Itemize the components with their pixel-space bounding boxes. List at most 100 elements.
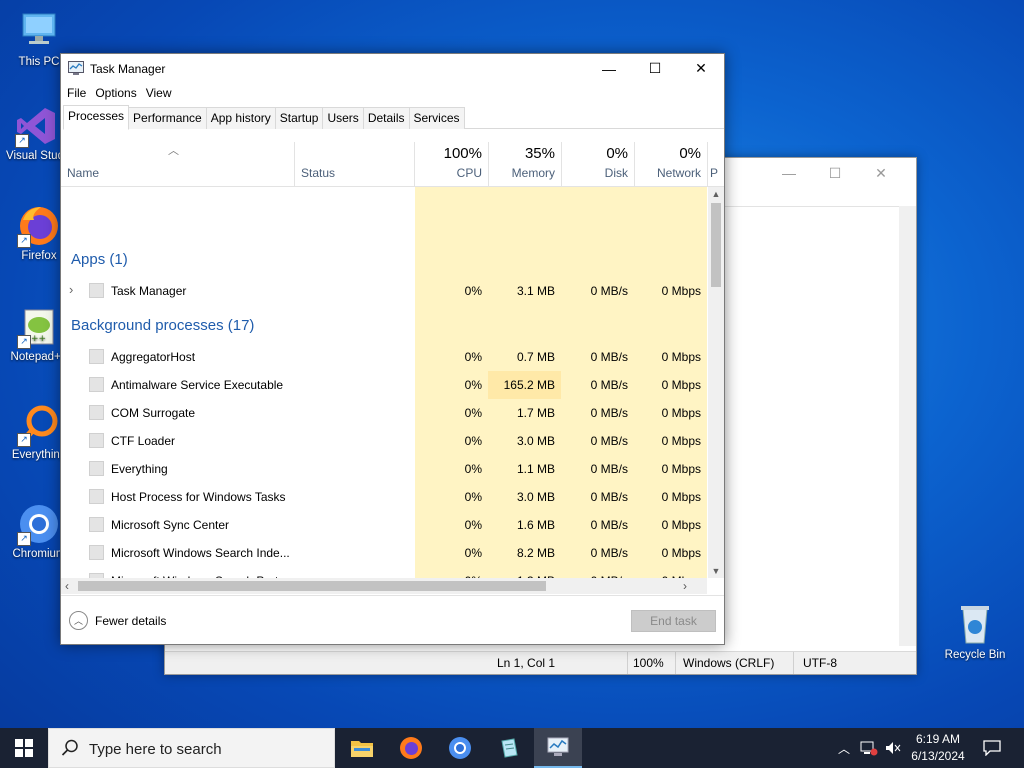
maximize-button[interactable]: ☐ — [632, 54, 678, 83]
file-explorer-icon — [351, 741, 373, 757]
process-memory-value: 8.2 MB — [516, 546, 555, 560]
scroll-right-icon[interactable]: › — [683, 579, 687, 593]
taskbar-chromium[interactable] — [436, 728, 484, 768]
search-placeholder: Type here to search — [89, 741, 222, 758]
taskbar-firefox[interactable] — [387, 728, 435, 768]
desktop-icon-label-text: Visual Studio 2017 — [6, 150, 68, 162]
process-network-value: 0 Mbps — [661, 350, 701, 364]
column-header-network[interactable]: 0% Network — [634, 142, 707, 186]
column-header-status[interactable]: Status — [295, 142, 414, 186]
expand-chevron-icon[interactable]: › — [69, 282, 73, 297]
clock-time: 6:19 AM — [915, 732, 961, 746]
desktop-icon-visual-studio[interactable]: ↗ Visual Studio 2017 — [6, 104, 68, 163]
process-icon — [89, 405, 104, 420]
end-task-button[interactable]: End task — [631, 610, 716, 632]
process-disk-value: 0 MB/s — [590, 546, 628, 560]
column-header-memory[interactable]: 35% Memory — [488, 142, 561, 186]
minimize-button[interactable]: — — [586, 54, 632, 83]
process-icon — [89, 349, 104, 364]
tab-startup[interactable]: Startup — [274, 107, 324, 129]
tab-performance[interactable]: Performance — [128, 107, 207, 129]
process-row[interactable]: AggregatorHost 0% 0.7 MB 0 MB/s 0 Mbps — [61, 343, 707, 371]
process-row[interactable]: Microsoft Windows Search Prot...0%1.3 MB… — [61, 567, 707, 578]
column-header-name[interactable]: ︿ Name — [61, 142, 294, 186]
process-memory-value: 1.6 MB — [516, 518, 555, 532]
tab-processes[interactable]: Processes — [63, 105, 130, 130]
menu-file[interactable]: File — [67, 85, 93, 101]
column-header-power[interactable]: P — [708, 142, 722, 186]
menu-view[interactable]: View — [146, 85, 179, 101]
process-cpu-value: 0% — [464, 378, 482, 392]
vertical-scroll-thumb[interactable] — [711, 203, 721, 287]
tab-app-history[interactable]: App history — [205, 107, 276, 129]
close-button[interactable]: ✕ — [678, 54, 724, 83]
network-disconnected-icon[interactable] — [860, 740, 878, 756]
horizontal-scroll-thumb[interactable] — [78, 581, 546, 591]
scroll-up-icon[interactable]: ▲ — [708, 189, 724, 199]
process-row[interactable]: › Task Manager 0% 3.1 MB 0 MB/s 0 Mbps — [61, 277, 707, 305]
volume-muted-icon[interactable] — [884, 740, 902, 756]
notepad-icon — [501, 738, 518, 758]
process-icon — [89, 545, 104, 560]
process-memory-value: 165.2 MB — [488, 371, 561, 399]
process-network-value: 0 Mbps — [661, 518, 701, 532]
task-manager-window[interactable]: Task Manager — ☐ ✕ File Options View Pro… — [60, 53, 725, 645]
tab-users[interactable]: Users — [322, 107, 364, 129]
cpu-total-percent: 100% — [443, 145, 482, 162]
horizontal-scrollbar[interactable]: ‹ › — [61, 578, 707, 594]
shortcut-arrow-icon: ↗ — [15, 134, 29, 148]
taskbar-notepad[interactable] — [485, 728, 533, 768]
column-header-status-label: Status — [301, 166, 336, 180]
maximize-button[interactable]: ☐ — [812, 158, 858, 188]
process-cpu-value: 0% — [464, 462, 482, 476]
encoding: UTF-8 — [803, 656, 837, 670]
title-bar[interactable]: Task Manager — ☐ ✕ — [61, 54, 724, 83]
taskbar-file-explorer[interactable] — [338, 728, 386, 768]
taskbar-task-manager[interactable] — [534, 728, 582, 768]
column-header-disk[interactable]: 0% Disk — [561, 142, 634, 186]
svg-text:++: ++ — [31, 334, 46, 344]
process-list[interactable]: Apps (1) › Task Manager 0% 3.1 MB 0 MB/s 0 Mb… — [61, 187, 707, 578]
menu-options[interactable]: Options — [95, 85, 143, 101]
process-row[interactable]: Microsoft Windows Search Inde... 0% 8.2 MB… — [61, 539, 707, 567]
process-disk-value: 0 MB/s — [590, 490, 628, 504]
task-manager-icon — [68, 61, 84, 75]
tab-services[interactable]: Services — [408, 107, 465, 129]
task-manager-icon — [547, 737, 569, 756]
action-center-button[interactable] — [980, 728, 1004, 768]
shortcut-arrow-icon: ↗ — [17, 532, 31, 546]
process-disk-value: 0 MB/s — [590, 284, 628, 298]
taskbar-clock[interactable]: 6:19 AM 6/13/2024 — [902, 731, 974, 765]
column-header-network-label: Network — [656, 166, 701, 180]
process-row[interactable]: CTF Loader 0% 3.0 MB 0 MB/s 0 Mbps — [61, 427, 707, 455]
process-row[interactable]: COM Surrogate 0% 1.7 MB 0 MB/s 0 Mbps — [61, 399, 707, 427]
zoom-level: 100% — [633, 656, 664, 670]
process-cpu-value: 0% — [464, 518, 482, 532]
fewer-details-label: Fewer details — [95, 613, 167, 628]
system-tray: ︿ — [838, 728, 902, 768]
vertical-scrollbar[interactable]: ▲ ▼ — [708, 187, 724, 578]
start-button[interactable] — [0, 728, 48, 768]
process-row[interactable]: Microsoft Sync Center 0% 1.6 MB 0 MB/s 0 Mbp… — [61, 511, 707, 539]
scroll-left-icon[interactable]: ‹ — [65, 579, 69, 593]
taskbar-search-box[interactable]: Type here to search — [48, 728, 335, 768]
notepad-vertical-scrollbar[interactable] — [899, 206, 916, 646]
process-icon — [89, 377, 104, 392]
process-memory-value: 1.3 MB — [488, 567, 561, 578]
close-button[interactable]: ✕ — [858, 158, 904, 188]
scroll-down-icon[interactable]: ▼ — [708, 566, 724, 576]
column-header-cpu[interactable]: 100% CPU — [415, 142, 488, 186]
cursor-position: Ln 1, Col 1 — [497, 656, 556, 670]
disk-total-percent: 0% — [606, 145, 628, 162]
process-row[interactable]: Everything 0% 1.1 MB 0 MB/s 0 Mbps — [61, 455, 707, 483]
desktop-icon-recycle-bin[interactable]: Recycle Bin — [940, 603, 1010, 662]
visual-studio-icon: ↗ — [15, 104, 59, 148]
tab-details[interactable]: Details — [362, 107, 410, 129]
fewer-details-button[interactable]: ︿ Fewer details — [69, 611, 166, 630]
show-hidden-icons-chevron-icon[interactable]: ︿ — [838, 740, 850, 757]
process-row[interactable]: Host Process for Windows Tasks 0% 3.0 MB 0 … — [61, 483, 707, 511]
minimize-button[interactable]: — — [766, 158, 812, 188]
process-name: Microsoft Windows Search Inde... — [111, 546, 290, 560]
process-icon — [89, 433, 104, 448]
process-row[interactable]: Antimalware Service Executable 0% 165.2 MB… — [61, 371, 707, 399]
